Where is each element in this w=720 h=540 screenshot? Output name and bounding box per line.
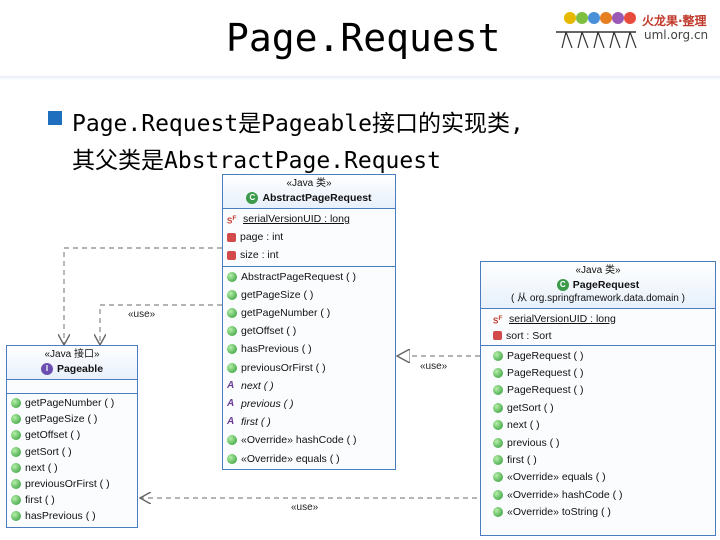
- class-icon: C: [556, 279, 569, 291]
- public-method-icon: [11, 414, 21, 425]
- method-row[interactable]: getPageSize ( ): [223, 286, 395, 304]
- field-row[interactable]: SF serialVersionUID : long: [481, 310, 715, 327]
- method-row[interactable]: getSort ( ): [481, 399, 715, 416]
- public-method-icon: [227, 453, 237, 464]
- class-header: «Java 类» C PageRequest ( 从 org.springfram…: [481, 262, 715, 309]
- method-row[interactable]: Afirst ( ): [223, 413, 395, 431]
- abstract-method-icon: A: [227, 379, 235, 391]
- use-label-1: «use»: [128, 309, 156, 320]
- method-row[interactable]: «Override» equals ( ): [481, 469, 715, 486]
- method-row[interactable]: previousOrFirst ( ): [7, 476, 137, 492]
- public-method-icon: [227, 326, 237, 337]
- method-row[interactable]: next ( ): [481, 417, 715, 434]
- public-method-icon: [11, 398, 21, 409]
- class-header: «Java 类» C AbstractPageRequest: [223, 175, 395, 209]
- fields-section-empty: [7, 380, 137, 394]
- method-row[interactable]: getPageSize ( ): [7, 411, 137, 427]
- method-row[interactable]: getOffset ( ): [223, 322, 395, 340]
- public-method-icon: [11, 479, 21, 490]
- abstract-method-icon: A: [227, 416, 235, 428]
- method-row[interactable]: getSort ( ): [7, 444, 137, 460]
- method-row[interactable]: Aprevious ( ): [223, 395, 395, 413]
- method-row[interactable]: AbstractPageRequest ( ): [223, 268, 395, 286]
- constructor-icon: [493, 350, 503, 361]
- method-row[interactable]: previous ( ): [481, 434, 715, 451]
- method-row[interactable]: «Override» hashCode ( ): [223, 431, 395, 449]
- static-final-field-icon: SF: [227, 215, 237, 226]
- method-row[interactable]: getPageNumber ( ): [223, 304, 395, 322]
- method-row[interactable]: PageRequest ( ): [481, 382, 715, 399]
- public-method-icon: [227, 289, 237, 300]
- method-row[interactable]: previousOrFirst ( ): [223, 359, 395, 377]
- public-method-icon: [227, 435, 237, 446]
- method-row[interactable]: hasPrevious ( ): [7, 508, 137, 524]
- interface-name: I Pageable: [7, 362, 137, 376]
- use-label-3: «use»: [291, 502, 319, 513]
- use-connector-2: [100, 304, 222, 345]
- public-method-icon: [493, 402, 503, 413]
- private-field-icon: [493, 331, 502, 340]
- fields-section: SF serialVersionUID : long sort : Sort: [481, 309, 715, 346]
- package-name: ( 从 org.springframework.data.domain ): [511, 293, 685, 304]
- interface-header: «Java 接口» I Pageable: [7, 346, 137, 380]
- method-row[interactable]: «Override» toString ( ): [481, 504, 715, 521]
- use-connector-1: [64, 247, 222, 345]
- method-row[interactable]: Anext ( ): [223, 377, 395, 395]
- method-row[interactable]: PageRequest ( ): [481, 347, 715, 364]
- constructor-icon: [493, 385, 503, 396]
- methods-section: PageRequest ( ) PageRequest ( ) PageRequ…: [481, 346, 715, 522]
- method-row[interactable]: first ( ): [481, 451, 715, 468]
- field-row[interactable]: size : int: [223, 246, 395, 264]
- stereotype: «Java 类»: [575, 265, 621, 276]
- field-row[interactable]: sort : Sort: [481, 327, 715, 344]
- class-abstract-page-request[interactable]: «Java 类» C AbstractPageRequest SF serialVe…: [222, 174, 396, 470]
- class-page-request[interactable]: «Java 类» C PageRequest ( 从 org.springfram…: [480, 261, 716, 536]
- private-field-icon: [227, 232, 236, 242]
- public-method-icon: [227, 344, 237, 355]
- interface-pageable[interactable]: «Java 接口» I Pageable getPageNumber ( ) ge…: [6, 345, 138, 528]
- stereotype: «Java 接口»: [44, 349, 100, 360]
- method-row[interactable]: PageRequest ( ): [481, 364, 715, 381]
- method-row[interactable]: next ( ): [7, 460, 137, 476]
- stereotype: «Java 类»: [286, 178, 332, 189]
- public-method-icon: [493, 472, 503, 483]
- constructor-icon: [493, 368, 503, 379]
- public-method-icon: [493, 489, 503, 500]
- public-method-icon: [493, 455, 503, 466]
- public-method-icon: [11, 430, 21, 441]
- field-row[interactable]: SF serialVersionUID : long: [223, 210, 395, 228]
- method-row[interactable]: getOffset ( ): [7, 427, 137, 443]
- interface-icon: I: [40, 363, 53, 375]
- use-label-2: «use»: [420, 361, 448, 372]
- methods-section: getPageNumber ( ) getPageSize ( ) getOff…: [7, 394, 137, 526]
- class-icon: C: [246, 192, 259, 204]
- method-row[interactable]: getPageNumber ( ): [7, 395, 137, 411]
- public-method-icon: [493, 507, 503, 518]
- public-method-icon: [11, 446, 21, 457]
- public-method-icon: [11, 495, 21, 506]
- private-field-icon: [227, 250, 236, 260]
- class-name: C PageRequest: [481, 278, 715, 292]
- public-method-icon: [493, 437, 503, 448]
- public-method-icon: [11, 511, 21, 522]
- public-method-icon: [493, 420, 503, 431]
- field-row[interactable]: page : int: [223, 228, 395, 246]
- public-method-icon: [11, 462, 21, 473]
- public-method-icon: [227, 308, 237, 319]
- class-name: C AbstractPageRequest: [223, 191, 395, 205]
- method-row[interactable]: «Override» equals ( ): [223, 449, 395, 467]
- public-method-icon: [227, 362, 237, 373]
- method-row[interactable]: «Override» hashCode ( ): [481, 486, 715, 503]
- abstract-method-icon: A: [227, 397, 235, 409]
- static-final-field-icon: SF: [493, 314, 503, 326]
- fields-section: SF serialVersionUID : long page : int siz…: [223, 209, 395, 267]
- method-row[interactable]: hasPrevious ( ): [223, 340, 395, 358]
- constructor-icon: [227, 271, 237, 282]
- method-row[interactable]: first ( ): [7, 492, 137, 508]
- methods-section: AbstractPageRequest ( ) getPageSize ( ) …: [223, 267, 395, 469]
